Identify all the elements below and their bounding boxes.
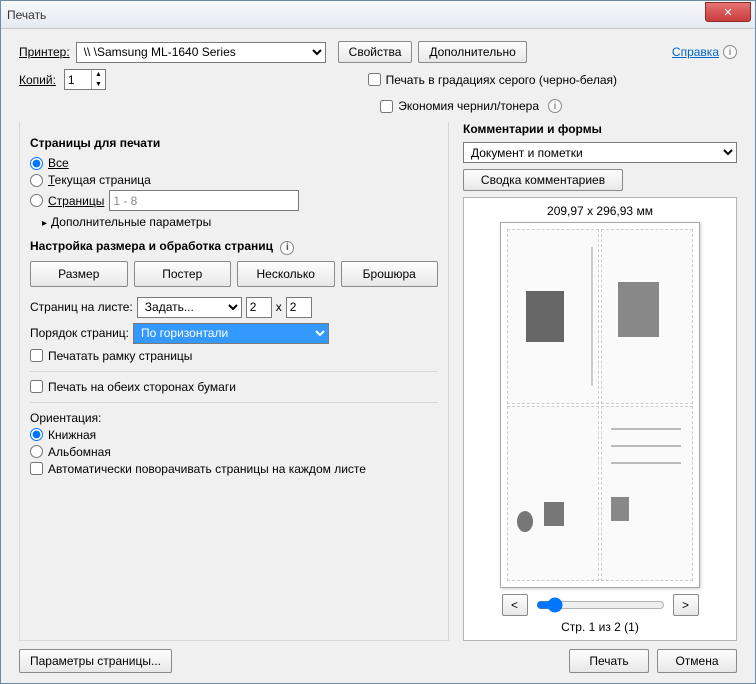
pages-current-radio[interactable]: [30, 174, 43, 187]
preview-page-3: [507, 406, 599, 581]
zoom-slider[interactable]: [536, 597, 665, 613]
comments-title: Комментарии и формы: [463, 122, 737, 136]
autorotate-label: Автоматически поворачивать страницы на к…: [48, 462, 366, 476]
preview-page-4: [601, 406, 693, 581]
preview-page-1: [507, 229, 599, 404]
portrait-radio[interactable]: [30, 428, 43, 441]
main-columns: Страницы для печати Все ТТекущая страниц…: [19, 122, 737, 641]
grayscale-checkbox[interactable]: [368, 73, 381, 86]
preview-paper: [500, 222, 700, 588]
info-icon[interactable]: i: [280, 241, 294, 255]
preview-nav: < >: [502, 594, 699, 616]
cols-input[interactable]: [246, 297, 272, 318]
pages-title: Страницы для печати: [30, 136, 438, 150]
tab-booklet[interactable]: Брошюра: [341, 261, 439, 287]
tab-size[interactable]: Размер: [30, 261, 128, 287]
spin-down-icon[interactable]: ▼: [92, 80, 105, 90]
landscape-label: Альбомная: [48, 445, 111, 459]
sizing-form: Страниц на листе: Задать... x Порядок ст…: [30, 297, 438, 363]
next-page-button[interactable]: >: [673, 594, 699, 616]
x-label: x: [276, 300, 282, 314]
order-label: Порядок страниц:: [30, 326, 129, 340]
cancel-button[interactable]: Отмена: [657, 649, 737, 673]
preview-dimensions: 209,97 x 296,93 мм: [547, 204, 653, 218]
advanced-button[interactable]: Дополнительно: [418, 41, 526, 63]
grayscale-row: Печать в градациях серого (черно-белая): [368, 73, 617, 87]
per-sheet-select[interactable]: Задать...: [137, 297, 242, 318]
orientation-title: Ориентация:: [30, 411, 438, 425]
tab-poster[interactable]: Постер: [134, 261, 232, 287]
copies-input[interactable]: [65, 70, 91, 89]
grayscale-label: Печать в градациях серого (черно-белая): [386, 73, 617, 87]
footer: Параметры страницы... Печать Отмена: [19, 649, 737, 673]
right-column: Комментарии и формы Документ и пометки С…: [463, 122, 737, 641]
copies-row: Копий: ▲▼ Печать в градациях серого (чер…: [19, 69, 737, 90]
rows-input[interactable]: [286, 297, 312, 318]
comments-summary-button[interactable]: Сводка комментариев: [463, 169, 623, 191]
titlebar: Печать ✕: [1, 1, 755, 29]
duplex-label: Печать на обеих сторонах бумаги: [48, 380, 236, 394]
page-setup-button[interactable]: Параметры страницы...: [19, 649, 172, 673]
tab-multiple[interactable]: Несколько: [237, 261, 335, 287]
printer-label: Принтер:: [19, 45, 70, 59]
dialog-content: Принтер: \\ \Samsung ML-1640 Series Свой…: [1, 29, 755, 683]
copies-spinner[interactable]: ▲▼: [64, 69, 106, 90]
saveink-label: Экономия чернил/тонера: [398, 99, 539, 113]
help-link[interactable]: Справка: [672, 45, 719, 59]
print-dialog: Печать ✕ Принтер: \\ \Samsung ML-1640 Se…: [0, 0, 756, 684]
pages-current-label: ТТекущая страницаекущая страница: [48, 173, 151, 187]
saveink-checkbox[interactable]: [380, 100, 393, 113]
border-checkbox[interactable]: [30, 349, 43, 362]
prev-page-button[interactable]: <: [502, 594, 528, 616]
preview-page-2: [601, 229, 693, 404]
preview-frame: 209,97 x 296,93 мм: [463, 197, 737, 641]
pages-range-label: Страницы: [48, 194, 104, 208]
print-button[interactable]: Печать: [569, 649, 649, 673]
pages-all-radio[interactable]: [30, 157, 43, 170]
copies-label: Копий:: [19, 73, 56, 87]
portrait-label: Книжная: [48, 428, 96, 442]
comments-select[interactable]: Документ и пометки: [463, 142, 737, 163]
per-sheet-label: Страниц на листе:: [30, 300, 133, 314]
close-button[interactable]: ✕: [705, 2, 751, 22]
info-icon[interactable]: i: [548, 99, 562, 113]
window-title: Печать: [7, 8, 46, 22]
pages-range-radio[interactable]: [30, 194, 43, 207]
page-indicator: Стр. 1 из 2 (1): [561, 620, 639, 634]
pages-range-input[interactable]: [109, 190, 299, 211]
printer-select[interactable]: \\ \Samsung ML-1640 Series: [76, 42, 326, 63]
pages-all-label: Все: [48, 156, 69, 170]
border-label: Печатать рамку страницы: [48, 349, 192, 363]
help-icon[interactable]: i: [723, 45, 737, 59]
saveink-row: Экономия чернил/тонера i: [19, 96, 562, 116]
autorotate-checkbox[interactable]: [30, 462, 43, 475]
left-column: Страницы для печати Все ТТекущая страниц…: [19, 122, 449, 641]
duplex-checkbox[interactable]: [30, 380, 43, 393]
order-select[interactable]: По горизонтали: [133, 323, 329, 344]
sizing-title: Настройка размера и обработка страниц i: [30, 239, 438, 255]
landscape-radio[interactable]: [30, 445, 43, 458]
sizing-tabs: Размер Постер Несколько Брошюра: [30, 261, 438, 287]
more-params-expander[interactable]: Дополнительные параметры: [30, 215, 438, 229]
properties-button[interactable]: Свойства: [338, 41, 413, 63]
spin-up-icon[interactable]: ▲: [92, 70, 105, 80]
printer-row: Принтер: \\ \Samsung ML-1640 Series Свой…: [19, 41, 737, 63]
